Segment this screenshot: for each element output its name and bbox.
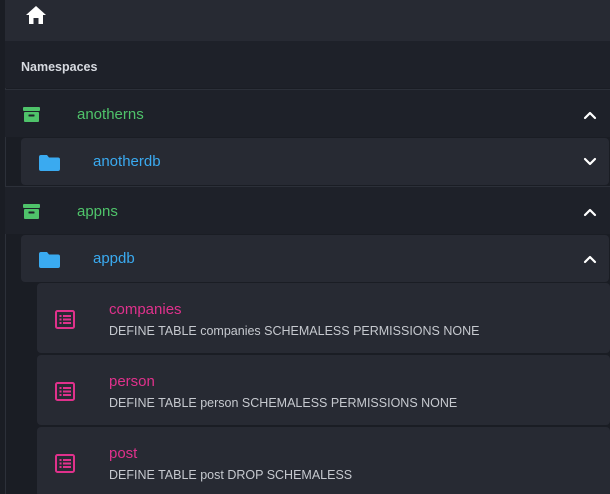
chevron-down-icon[interactable] [583, 157, 597, 167]
table-definition: DEFINE TABLE post DROP SCHEMALESS [109, 468, 353, 482]
database-row-anotherdb[interactable]: anotherdb [21, 138, 609, 185]
database-label: anotherdb [93, 153, 161, 170]
chevron-up-icon[interactable] [583, 110, 597, 120]
chevron-up-icon[interactable] [583, 254, 597, 264]
namespace-label: appns [77, 203, 118, 220]
table-name: person [109, 373, 155, 390]
chevron-up-icon[interactable] [583, 207, 597, 217]
folder-icon [39, 155, 60, 171]
table-card-post[interactable]: post DEFINE TABLE post DROP SCHEMALESS [37, 427, 610, 494]
table-card-person[interactable]: person DEFINE TABLE person SCHEMALESS PE… [37, 355, 610, 425]
table-name: companies [109, 301, 182, 318]
table-definition: DEFINE TABLE person SCHEMALESS PERMISSIO… [109, 396, 458, 410]
top-bar [5, 0, 610, 41]
table-name: post [109, 445, 138, 462]
table-list-icon [55, 310, 75, 329]
table-list-icon [55, 454, 75, 473]
namespace-label: anotherns [77, 106, 144, 123]
home-icon[interactable] [24, 4, 48, 26]
folder-icon [39, 252, 60, 268]
namespace-row-anotherns[interactable]: anotherns [5, 89, 610, 137]
database-row-appdb[interactable]: appdb [21, 235, 609, 282]
table-list-icon [55, 382, 75, 401]
database-label: appdb [93, 250, 135, 267]
archive-icon [23, 107, 40, 122]
table-card-companies[interactable]: companies DEFINE TABLE companies SCHEMAL… [37, 283, 610, 353]
namespace-row-appns[interactable]: appns [5, 186, 610, 234]
table-definition: DEFINE TABLE companies SCHEMALESS PERMIS… [109, 324, 480, 338]
namespaces-header: Namespaces [5, 41, 610, 88]
archive-icon [23, 204, 40, 219]
section-title: Namespaces [21, 60, 98, 74]
